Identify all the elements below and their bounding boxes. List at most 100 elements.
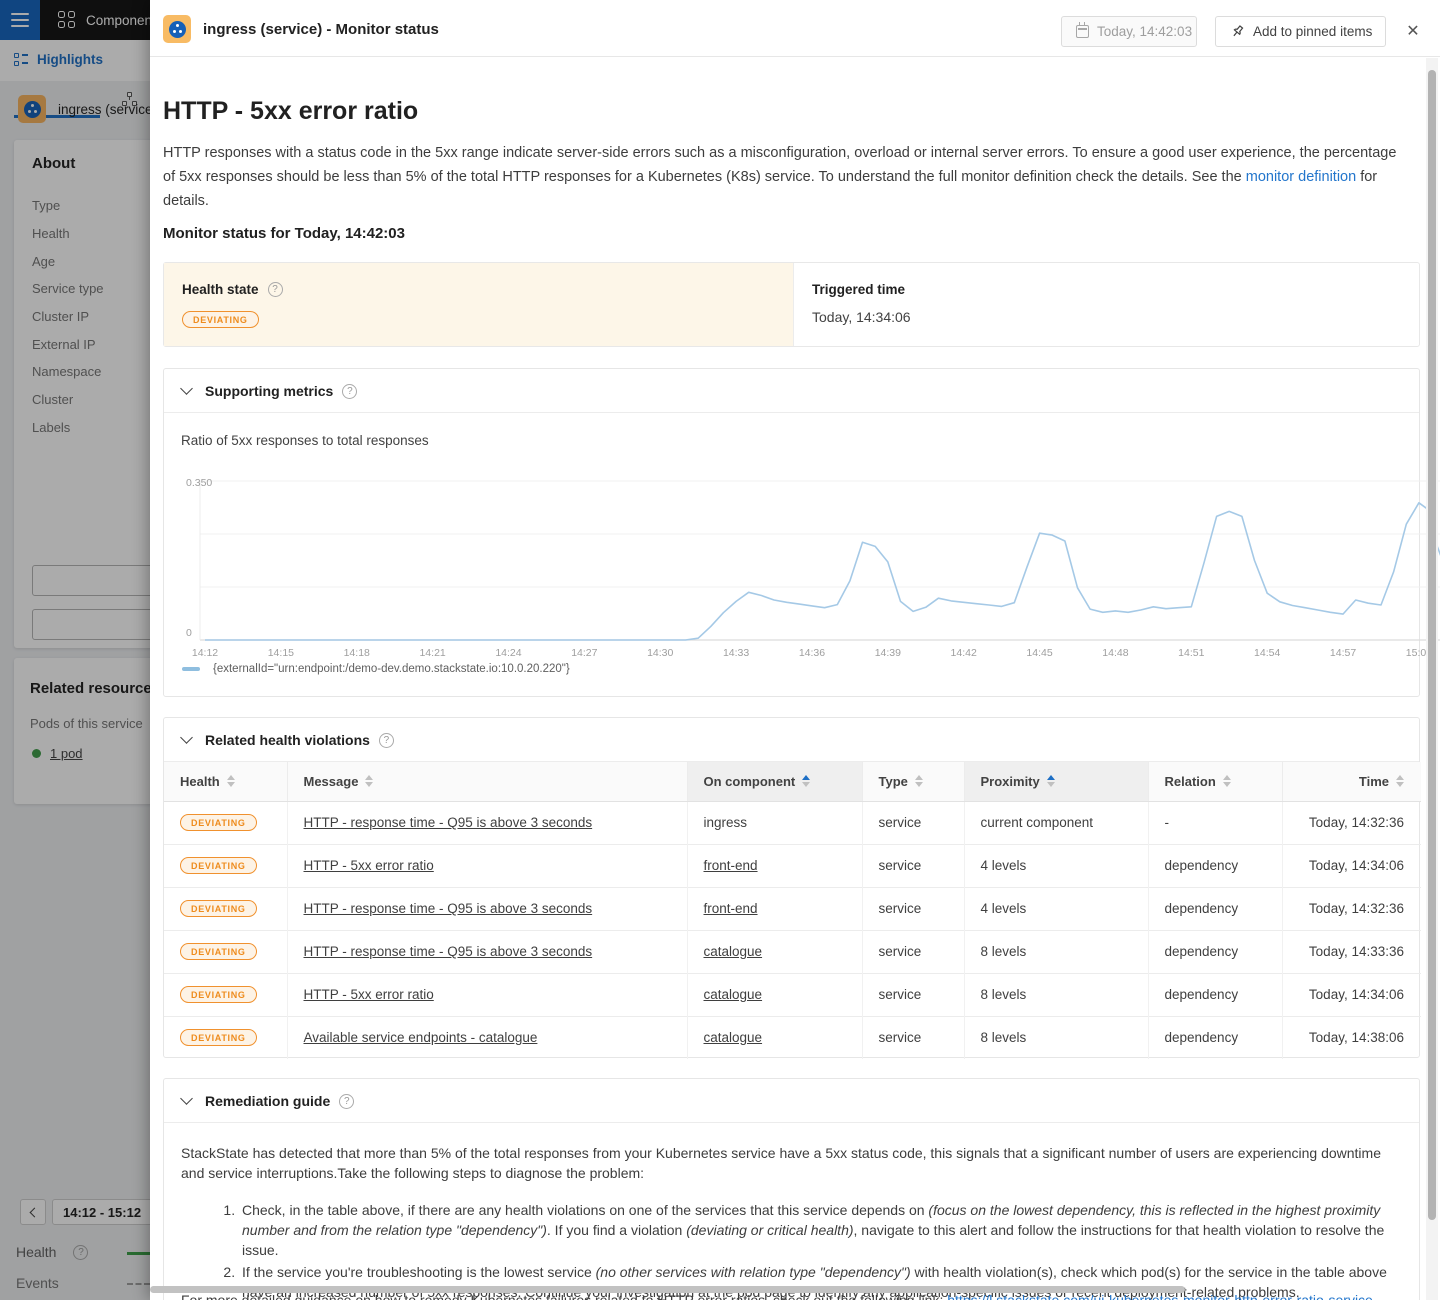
proximity-cell: 8 levels [964,1016,1148,1059]
relation-cell: dependency [1148,973,1282,1016]
column-header-on-component[interactable]: On component [687,762,862,801]
monitor-status-subheading: Monitor status for Today, 14:42:03 [163,225,405,242]
message-cell: HTTP - response time - Q95 is above 3 se… [287,887,687,930]
triggered-time-label: Triggered time [812,282,905,297]
relation-cell: dependency [1148,844,1282,887]
close-icon[interactable]: ✕ [1402,20,1424,42]
inline-link[interactable]: https://l.stackstate.com/ui-kubernetes-m… [947,1292,1373,1300]
axis-tick-label: 14:18 [344,647,370,659]
axis-tick-label: 14:39 [875,647,901,659]
component-link[interactable]: front-end [704,901,758,916]
type-cell: service [862,844,964,887]
chevron-down-icon[interactable] [180,731,193,744]
vertical-scrollbar[interactable] [1426,58,1438,1300]
violation-message-link[interactable]: Available service endpoints - catalogue [304,1030,538,1045]
type-cell: service [862,973,964,1016]
type-cell: service [862,930,964,973]
time-cell: Today, 14:32:36 [1282,801,1421,844]
axis-tick-label: 14:36 [799,647,825,659]
date-time-button[interactable]: Today, 14:42:03 [1061,16,1197,47]
sort-carets-icon [227,775,235,787]
on-component-cell: catalogue [687,1016,862,1059]
component-link[interactable]: front-end [704,858,758,873]
chevron-down-icon[interactable] [180,382,193,395]
monitor-description: HTTP responses with a status code in the… [163,141,1409,213]
violation-message-link[interactable]: HTTP - response time - Q95 is above 3 se… [304,901,593,916]
component-link[interactable]: catalogue [704,1030,763,1045]
column-label: Health [180,774,220,789]
axis-tick-label: 14:24 [495,647,521,659]
column-header-relation[interactable]: Relation [1148,762,1282,801]
violation-message-link[interactable]: HTTP - 5xx error ratio [304,858,434,873]
monitor-definition-link[interactable]: monitor definition [1246,169,1356,185]
proximity-cell: 8 levels [964,973,1148,1016]
remediation-step: Check, in the table above, if there are … [239,1200,1399,1260]
type-cell: service [862,887,964,930]
help-icon[interactable]: ? [268,282,283,297]
message-cell: HTTP - response time - Q95 is above 3 se… [287,801,687,844]
help-icon[interactable]: ? [342,384,357,399]
message-cell: HTTP - 5xx error ratio [287,973,687,1016]
component-link[interactable]: catalogue [704,987,763,1002]
violation-message-link[interactable]: HTTP - response time - Q95 is above 3 se… [304,815,593,830]
violation-message-link[interactable]: HTTP - 5xx error ratio [304,987,434,1002]
legend-line-swatch [182,667,200,671]
time-cell: Today, 14:34:06 [1282,973,1421,1016]
pin-icon [1230,24,1245,39]
deviating-badge: DEVIATING [180,943,257,960]
time-cell: Today, 14:34:06 [1282,844,1421,887]
monitor-status-modal: ingress (service) - Monitor status Today… [150,0,1440,1300]
component-link[interactable]: catalogue [704,944,763,959]
on-component-cell: ingress [687,801,862,844]
modal-header: ingress (service) - Monitor status Today… [150,0,1440,57]
deviating-badge: DEVIATING [180,857,257,874]
column-header-proximity[interactable]: Proximity [964,762,1148,801]
chevron-down-icon[interactable] [180,1092,193,1105]
message-cell: HTTP - 5xx error ratio [287,844,687,887]
violation-row: DEVIATING HTTP - 5xx error ratio catalogue… [164,973,1421,1016]
column-header-health[interactable]: Health [164,762,287,801]
help-icon[interactable]: ? [339,1094,354,1109]
violation-message-link[interactable]: HTTP - response time - Q95 is above 3 se… [304,944,593,959]
axis-tick-label: 14:57 [1330,647,1356,659]
health-state-label: Health state [182,282,259,297]
horizontal-scrollbar-thumb[interactable] [150,1286,1185,1293]
metric-line-chart[interactable]: 14:1214:1514:1814:2114:2414:2714:3014:33… [150,463,1440,668]
health-state-cell: Health state? DEVIATING [164,263,794,346]
text-segment: (no other services with relation type "d… [596,1264,911,1280]
violation-row: DEVIATING Available service endpoints - c… [164,1016,1421,1059]
related-health-violations-section: Related health violations? Health Message… [163,717,1420,1058]
deviating-badge: DEVIATING [180,1029,257,1046]
service-icon [163,15,191,43]
help-icon[interactable]: ? [379,733,394,748]
deviating-badge: DEVIATING [182,311,259,328]
health-cell: DEVIATING [164,930,287,973]
related-health-violations-header: Related health violations? [164,718,1419,762]
axis-tick-label: 14:48 [1102,647,1128,659]
health-cell: DEVIATING [164,973,287,1016]
sort-carets-icon [915,775,923,787]
type-cell: service [862,801,964,844]
health-cell: DEVIATING [164,801,287,844]
violations-table: Health MessageOn component Type ProximityRe… [164,762,1421,1059]
add-to-pinned-button[interactable]: Add to pinned items [1215,16,1386,47]
axis-tick-label: 14:21 [419,647,445,659]
chart-title: Ratio of 5xx responses to total response… [181,433,429,448]
column-header-time[interactable]: Time [1282,762,1421,801]
calendar-icon [1076,25,1089,38]
axis-tick-label: 14:51 [1178,647,1204,659]
proximity-cell: 4 levels [964,887,1148,930]
add-to-pinned-label: Add to pinned items [1253,24,1372,39]
column-label: Type [879,774,908,789]
remediation-guide-section: Remediation guide? StackState has detect… [163,1078,1420,1300]
column-header-type[interactable]: Type [862,762,964,801]
axis-tick-label: 14:45 [1026,647,1052,659]
type-cell: service [862,1016,964,1059]
chart-legend: {externalId="urn:endpoint:/demo-dev.demo… [182,663,570,675]
time-cell: Today, 14:32:36 [1282,887,1421,930]
monitor-status-box: Health state? DEVIATING Triggered time T… [163,262,1420,347]
column-header-message[interactable]: Message [287,762,687,801]
on-component-cell: front-end [687,887,862,930]
vertical-scrollbar-thumb[interactable] [1428,70,1436,1220]
message-cell: HTTP - response time - Q95 is above 3 se… [287,930,687,973]
